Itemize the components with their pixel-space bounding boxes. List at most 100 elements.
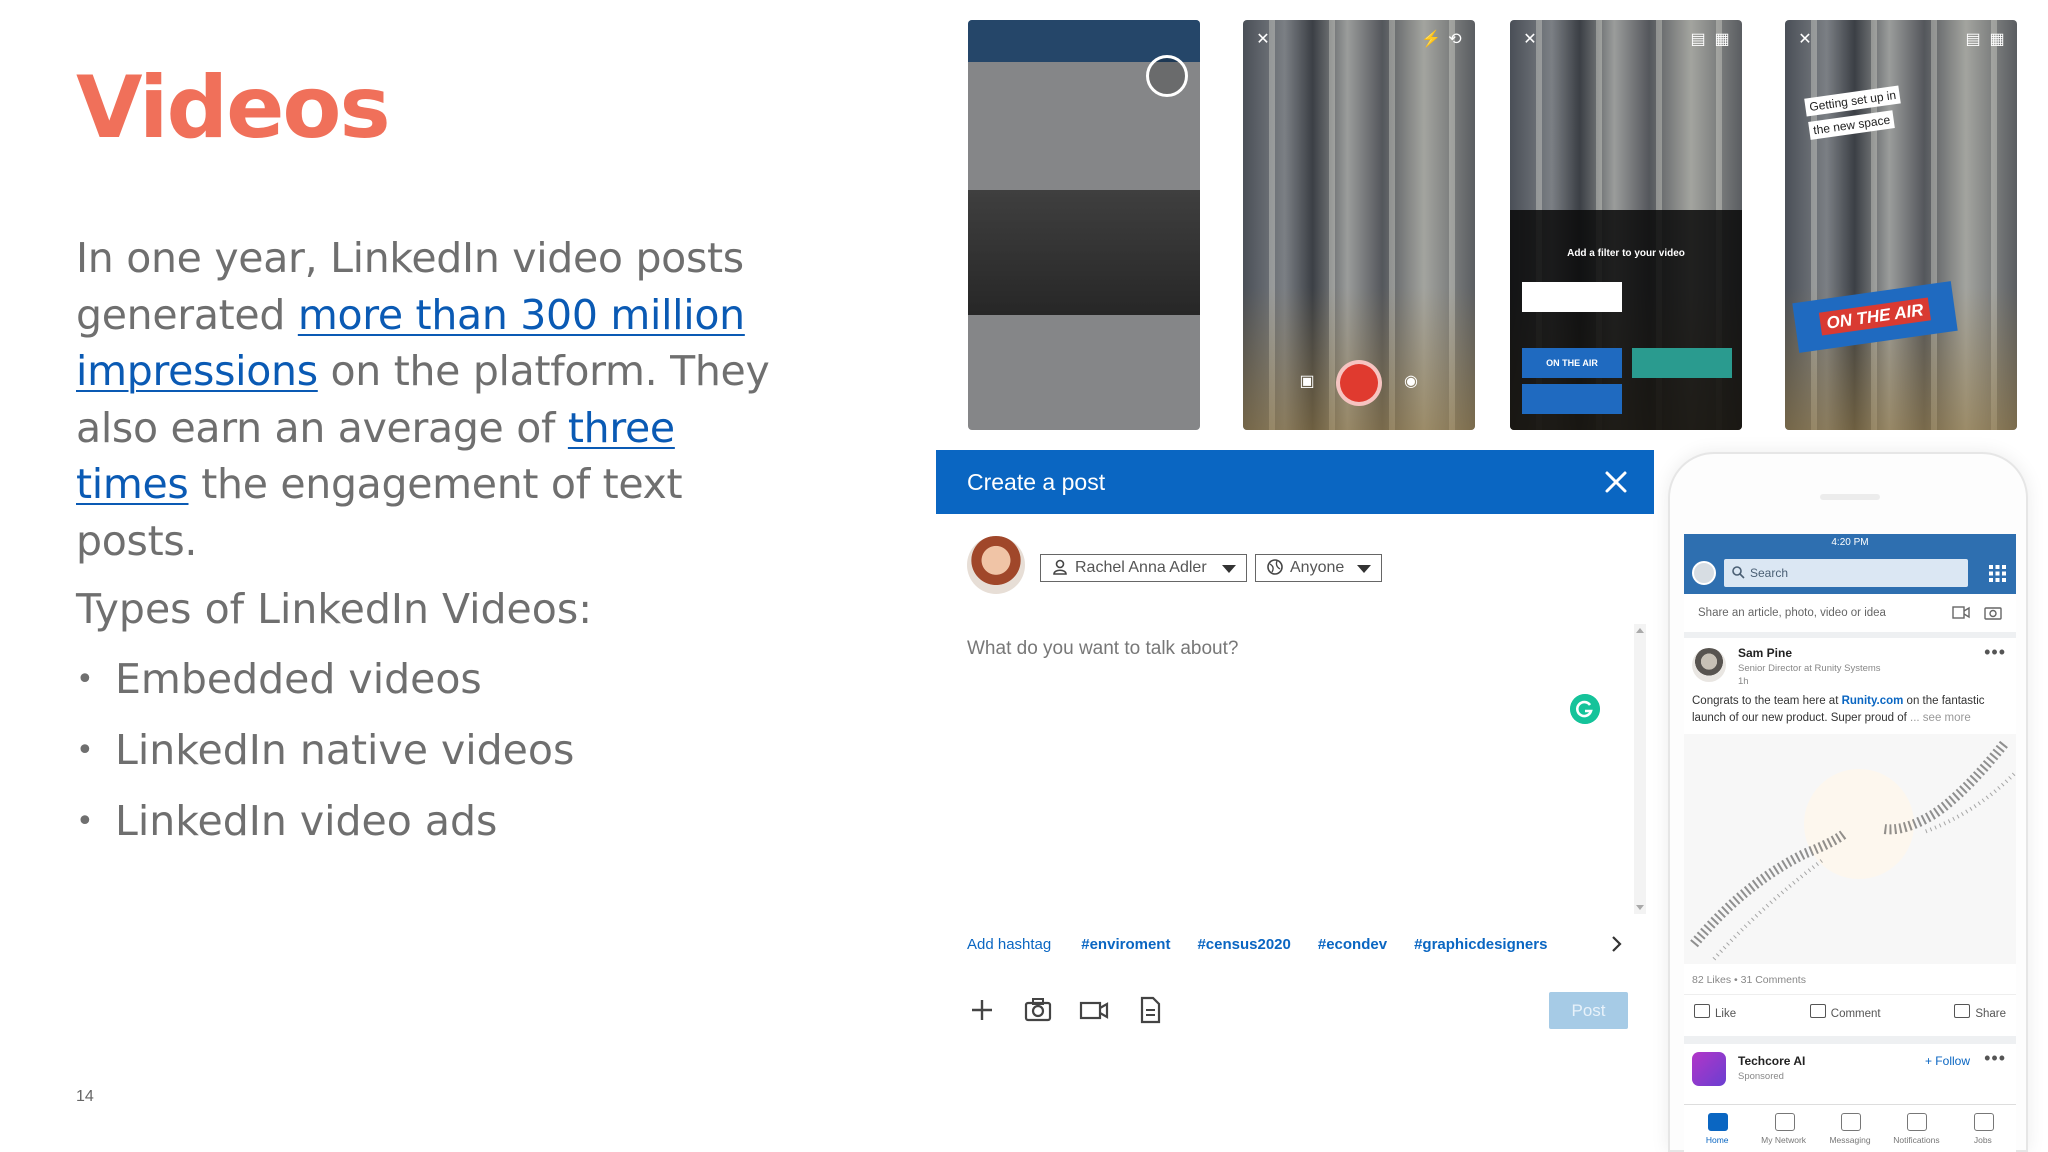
post-author[interactable]: Sam Pine [1738,646,1792,660]
post-age: 1h [1738,676,1749,687]
sponsored-post: Techcore AI Sponsored + Follow ••• [1684,1044,2016,1104]
warehouse-video [1785,20,2017,430]
feed-post: Sam Pine Senior Director at Runity Syste… [1684,638,2016,1036]
bullet-text: LinkedIn video ads [115,797,498,845]
filter-option-live[interactable]: ON THE AIR [1522,348,1622,378]
share-box[interactable]: Share an article, photo, video or idea [1684,594,2016,632]
comment-button[interactable]: Comment [1810,995,1881,1032]
filter-option[interactable] [1632,348,1732,378]
person-icon [1053,559,1067,575]
text-icon[interactable]: ▦ [1712,30,1732,50]
bullet-icon: • [76,804,94,839]
on-the-air-text: ON THE AIR [1819,297,1931,336]
chevron-down-icon [1357,565,1371,573]
chevron-down-icon [1222,565,1236,573]
camera-icon[interactable] [1022,994,1054,1026]
body-paragraph: In one year, LinkedIn video posts genera… [76,230,776,569]
hashtag-suggestion[interactable]: #graphicdesigners [1414,936,1547,960]
apps-grid-icon[interactable] [1989,565,2006,582]
more-icon[interactable]: ••• [1984,642,2006,663]
follow-button[interactable]: + Follow [1925,1054,1970,1068]
list-item: • LinkedIn video ads [76,797,574,868]
types-heading: Types of LinkedIn Videos: [76,585,593,633]
audience-select[interactable]: Anyone [1255,554,1382,582]
post-button[interactable]: Post [1549,992,1628,1029]
record-button[interactable] [1336,360,1382,406]
chevron-right-icon[interactable] [1604,932,1628,956]
search-icon [1732,566,1745,579]
phone-mockup: 4:20 PM Search Share an article, photo, … [1668,452,2028,1152]
see-more-link[interactable]: ... see more [1910,712,1971,724]
add-hashtag-link[interactable]: Add hashtag [967,936,1051,960]
screenshot-feed-video [968,20,1200,430]
post-image[interactable] [1684,734,2016,964]
bullet-icon: • [76,733,94,768]
page-number: 14 [76,1088,94,1105]
company-logo[interactable] [1692,1052,1726,1086]
camera-icon[interactable] [1146,55,1188,97]
create-post-title: Create a post [967,469,1106,495]
create-post-header: Create a post [936,450,1654,514]
flip-camera-icon[interactable]: ⟲ [1445,30,1465,50]
document-icon[interactable] [1134,994,1166,1026]
text-icon[interactable]: ▦ [1987,30,2007,50]
bullet-icon: • [76,662,94,697]
filter-option[interactable] [1522,384,1622,414]
avatar[interactable] [1692,648,1726,682]
post-stats: 82 Likes • 31 Comments [1692,974,1806,986]
plus-icon[interactable] [966,994,998,1026]
app-bar: Search [1684,552,2016,594]
post-text: Congrats to the team here at Runity.com … [1692,693,2010,727]
post-link[interactable]: Runity.com [1842,695,1904,707]
video-icon[interactable] [1078,994,1110,1026]
author-select[interactable]: Rachel Anna Adler [1040,554,1247,582]
post-author-title: Senior Director at Runity Systems [1738,663,1881,674]
globe-icon [1267,559,1283,575]
close-icon[interactable]: ✕ [1253,30,1273,50]
camera-icon[interactable]: ◉ [1401,372,1421,392]
more-icon[interactable]: ••• [1984,1048,2006,1069]
audience-select-label: Anyone [1290,559,1345,576]
screenshot-filters: ✕ ▤ ▦ Add a filter to your video ON THE … [1510,20,1742,430]
tab-my-network[interactable]: My Network [1750,1105,1816,1152]
sticker-icon[interactable]: ▤ [1963,30,1983,50]
hands-illustration [1690,740,2016,961]
tab-jobs[interactable]: Jobs [1950,1105,2016,1152]
slide-title: Videos [76,58,391,158]
scrollbar[interactable] [1634,624,1646,914]
tab-notifications[interactable]: Notifications [1883,1105,1949,1152]
sticker-icon[interactable]: ▤ [1688,30,1708,50]
camera-icon[interactable] [1984,605,2002,620]
avatar [967,536,1025,594]
post-text-part: Congrats to the team here at [1692,695,1842,707]
hashtag-suggestion[interactable]: #census2020 [1197,936,1290,960]
search-input[interactable]: Search [1724,559,1968,587]
avatar[interactable] [1692,561,1716,585]
like-button[interactable]: Like [1694,995,1736,1032]
phone-speaker [1820,494,1880,500]
create-post-body: Rachel Anna Adler Anyone What do you wan… [936,514,1654,1066]
hashtag-suggestion[interactable]: #enviroment [1081,936,1170,960]
share-prompt: Share an article, photo, video or idea [1698,607,1886,619]
phone-screen: 4:20 PM Search Share an article, photo, … [1684,534,2016,1152]
post-actions: Like Comment Share [1684,994,2016,1032]
video-icon[interactable] [1952,606,1970,619]
author-select-label: Rachel Anna Adler [1075,559,1207,576]
grammarly-icon[interactable] [1570,694,1600,724]
scroll-down-icon[interactable] [1636,905,1644,910]
close-icon[interactable] [1598,464,1634,500]
post-text-input[interactable]: What do you want to talk about? [967,638,1238,660]
sponsor-name[interactable]: Techcore AI [1738,1054,1805,1068]
share-button[interactable]: Share [1954,995,2006,1032]
filter-title: Add a filter to your video [1567,248,1685,259]
status-bar-time: 4:20 PM [1684,534,2016,552]
close-icon[interactable]: ✕ [1520,30,1540,50]
tab-messaging[interactable]: Messaging [1817,1105,1883,1152]
tab-home[interactable]: Home [1684,1105,1750,1152]
scroll-up-icon[interactable] [1636,628,1644,633]
gallery-icon[interactable]: ▣ [1297,372,1317,392]
hashtag-suggestion[interactable]: #econdev [1318,936,1387,960]
filter-option[interactable] [1522,282,1622,312]
flash-icon[interactable]: ⚡ [1421,30,1441,50]
close-icon[interactable]: ✕ [1795,30,1815,50]
